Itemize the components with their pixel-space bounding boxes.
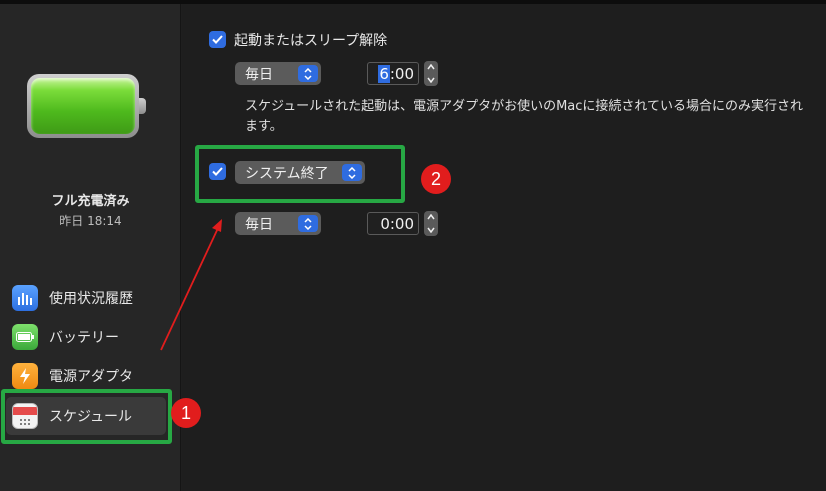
annotation-arrow xyxy=(160,219,222,351)
